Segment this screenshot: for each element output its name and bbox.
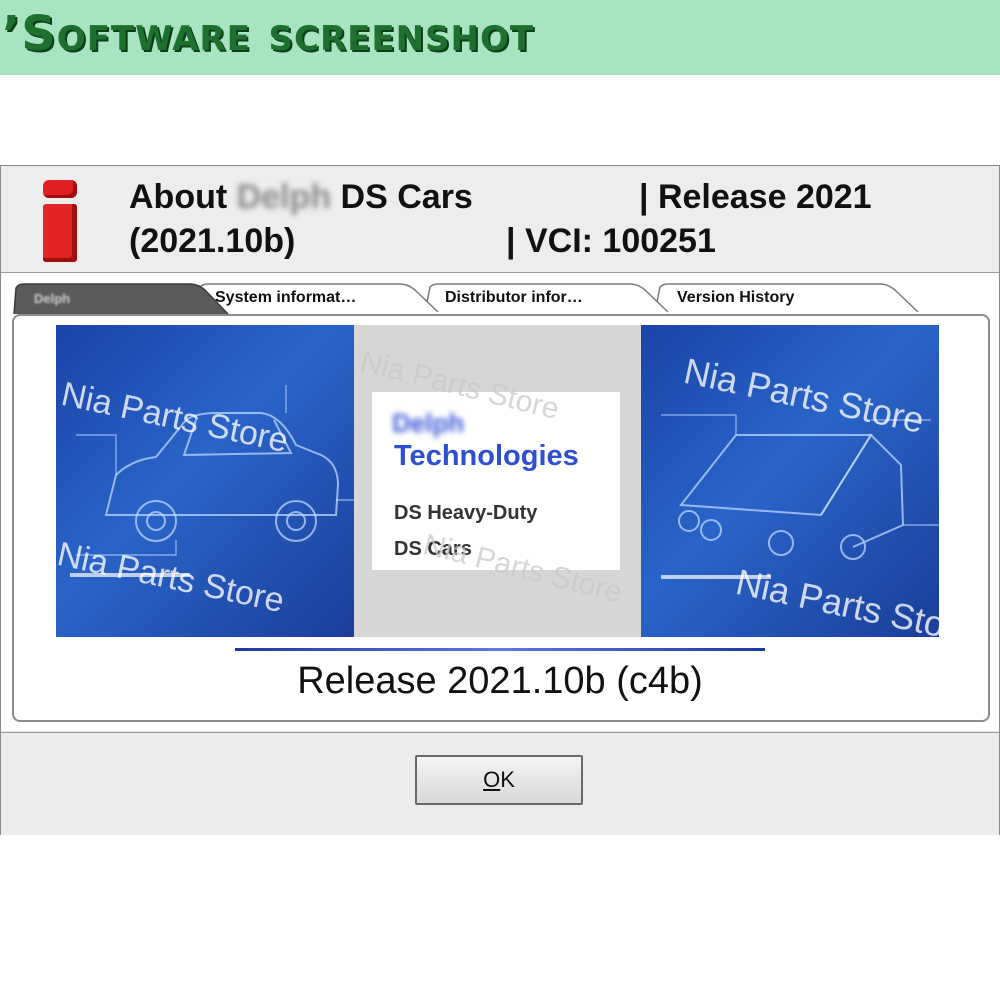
ok-button-label: K: [500, 767, 515, 792]
tab-distributor-information[interactable]: Distributor infor…: [445, 284, 583, 312]
tab-system-information[interactable]: System informat…: [215, 284, 356, 312]
brand-logo-box: Delph Technologies DS Heavy-Duty DS Cars: [372, 392, 620, 570]
tab-version-history[interactable]: Version History: [677, 284, 794, 312]
logo-company: Technologies: [394, 440, 579, 472]
ok-button[interactable]: OK: [415, 755, 583, 805]
tab-delph[interactable]: Delph: [34, 284, 70, 312]
ok-button-mnemonic: O: [483, 767, 501, 792]
release-text: Release 2021.10b (c4b): [297, 660, 703, 702]
truck-blueprint-image: Nia Parts Store Nia Parts Store: [641, 325, 939, 637]
logo-product-heavy-duty: DS Heavy-Duty: [394, 502, 538, 524]
release-divider: [235, 648, 765, 651]
car-blueprint-image: Nia Parts Store Nia Parts Store: [56, 325, 354, 637]
logo-blurred-brand: Delph: [392, 408, 465, 438]
